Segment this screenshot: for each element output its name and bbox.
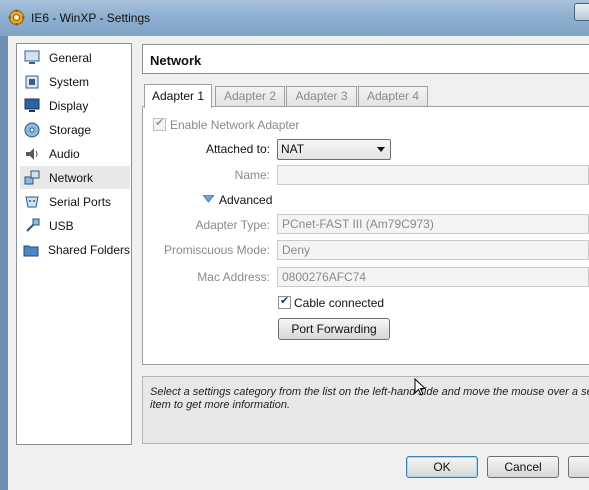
attached-to-select[interactable]: NAT (277, 139, 391, 160)
chevron-down-icon (377, 147, 385, 152)
enable-adapter-label: Enable Network Adapter (170, 118, 300, 132)
window-title: IE6 - WinXP - Settings (31, 11, 151, 25)
display-icon (23, 98, 41, 114)
page-title: Network (150, 53, 202, 68)
chip-icon (23, 74, 41, 90)
sidebar-item-label: Display (49, 98, 89, 113)
sidebar-item-label: Audio (49, 146, 80, 161)
sidebar-item-label: USB (49, 218, 74, 233)
ok-button[interactable]: OK (406, 456, 478, 478)
name-label: Name: (234, 168, 270, 182)
advanced-toggle[interactable]: Advanced (219, 193, 272, 207)
info-text: Select a settings category from the list… (150, 386, 589, 411)
monitor-icon (23, 50, 41, 66)
expand-triangle-icon[interactable] (203, 195, 214, 203)
sidebar-item-usb[interactable]: USB (20, 214, 130, 237)
network-icon (23, 170, 41, 186)
promiscuous-mode-label: Promiscuous Mode: (163, 243, 270, 257)
disk-icon (23, 122, 41, 138)
speaker-icon (23, 146, 41, 162)
settings-category-list[interactable]: General System Display Storage Audio Net… (16, 43, 132, 445)
tab-adapter-2[interactable]: Adapter 2 (215, 86, 285, 107)
sidebar-item-label: General (49, 50, 92, 65)
sidebar-item-network[interactable]: Network (20, 166, 130, 189)
usb-icon (23, 218, 41, 234)
mac-address-label: Mac Address: (197, 270, 270, 284)
window-control-button[interactable] (574, 3, 589, 21)
sidebar-item-display[interactable]: Display (20, 94, 130, 117)
sidebar-item-system[interactable]: System (20, 70, 130, 93)
folder-icon (23, 242, 40, 258)
mac-address-field[interactable]: 0800276AFC74 (277, 267, 589, 287)
sidebar-item-serial-ports[interactable]: Serial Ports (20, 190, 130, 213)
checkmark-icon: ✔ (155, 117, 165, 129)
name-field[interactable] (277, 165, 589, 185)
sidebar-item-audio[interactable]: Audio (20, 142, 130, 165)
sidebar-item-label: Serial Ports (49, 194, 112, 209)
sidebar-item-general[interactable]: General (20, 46, 130, 69)
tab-adapter-3[interactable]: Adapter 3 (286, 86, 357, 107)
serial-port-icon (23, 194, 41, 210)
info-panel: Select a settings category from the list… (142, 376, 589, 444)
sidebar-item-storage[interactable]: Storage (20, 118, 130, 141)
tab-adapter-4[interactable]: Adapter 4 (358, 86, 428, 107)
enable-adapter-checkbox[interactable]: ✔ (153, 117, 166, 131)
adapter-type-label: Adapter Type: (195, 218, 271, 232)
sidebar-item-label: System (49, 74, 90, 89)
attached-to-value: NAT (281, 142, 305, 156)
cable-connected-label: Cable connected (294, 296, 385, 310)
tab-adapter-1[interactable]: Adapter 1 (144, 84, 212, 108)
promiscuous-mode-select[interactable]: Deny (277, 240, 589, 260)
adapter-type-select[interactable]: PCnet-FAST III (Am79C973) (277, 214, 589, 234)
checkmark-icon: ✔ (280, 295, 290, 307)
cancel-button[interactable]: Cancel (487, 456, 559, 478)
gear-icon (8, 9, 25, 26)
sidebar-item-label: Shared Folders (47, 242, 130, 257)
title-bar[interactable]: IE6 - WinXP - Settings (0, 0, 589, 36)
cable-connected-checkbox[interactable]: ✔ (278, 295, 291, 309)
section-header: Network (142, 44, 589, 74)
help-button[interactable] (568, 456, 589, 478)
sidebar-item-label: Storage (49, 122, 92, 137)
sidebar-item-label: Network (49, 170, 94, 185)
mouse-cursor-icon (414, 378, 426, 396)
port-forwarding-button[interactable]: Port Forwarding (278, 318, 390, 340)
sidebar-item-shared-folders[interactable]: Shared Folders (20, 238, 130, 261)
attached-to-label: Attached to: (205, 142, 270, 156)
